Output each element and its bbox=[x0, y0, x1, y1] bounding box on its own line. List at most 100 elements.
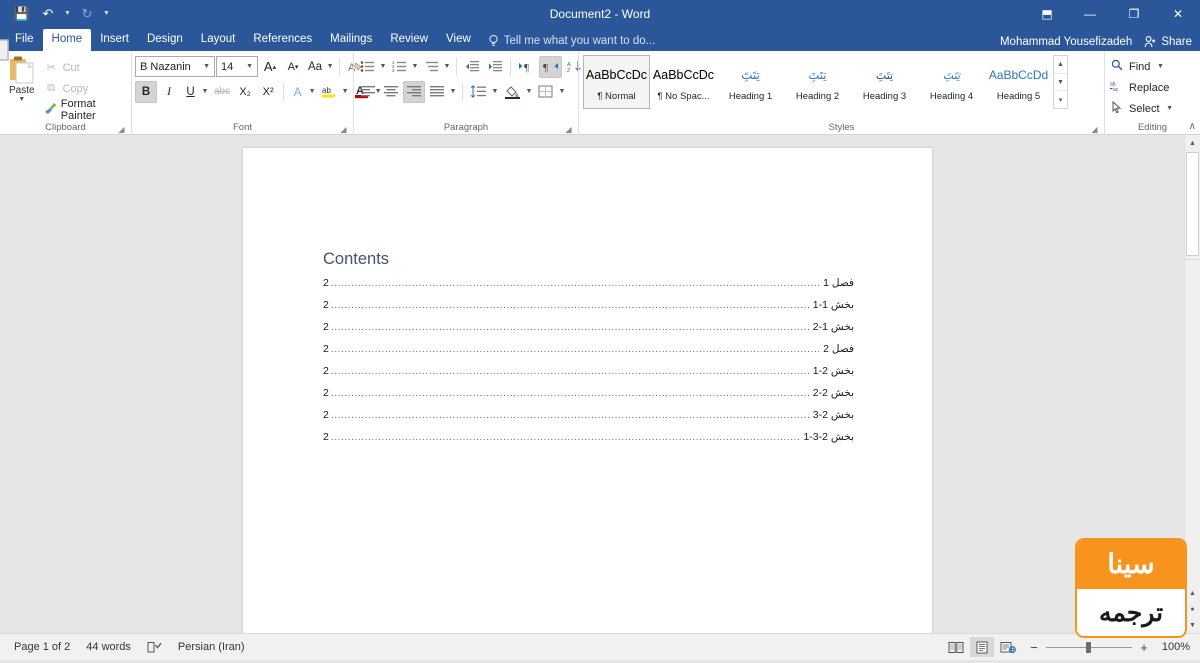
tab-file[interactable]: File bbox=[6, 29, 43, 51]
select-button[interactable]: Select ▼ bbox=[1108, 98, 1177, 119]
scrollbar-thumb[interactable] bbox=[1186, 152, 1199, 256]
toc-entry[interactable]: بخش 1-2 ................................… bbox=[323, 321, 854, 343]
style-heading-4[interactable]: تِتَتَِ Heading 4 bbox=[918, 55, 985, 109]
shading-split[interactable]: ▼ bbox=[501, 81, 534, 103]
format-painter-button[interactable]: Format Painter bbox=[41, 98, 128, 122]
toc-entry[interactable]: بخش 2-3-1 ..............................… bbox=[323, 431, 854, 453]
style-heading-1[interactable]: تِتَتَِ Heading 1 bbox=[717, 55, 784, 109]
find-chevron-down-icon[interactable]: ▼ bbox=[1155, 63, 1165, 70]
select-chevron-down-icon[interactable]: ▼ bbox=[1165, 105, 1175, 112]
share-button[interactable]: Share bbox=[1144, 35, 1192, 48]
customize-qat-chevron-down-icon[interactable]: ▼ bbox=[101, 10, 112, 17]
styles-dialog-launcher[interactable]: ◢ bbox=[1090, 125, 1099, 134]
change-case-chevron-down-icon[interactable]: ▼ bbox=[325, 63, 335, 70]
text-effects-button[interactable]: A bbox=[288, 81, 307, 103]
justify-button[interactable] bbox=[426, 81, 448, 103]
tab-design[interactable]: Design bbox=[138, 29, 192, 51]
zoom-level-label[interactable]: 100% bbox=[1156, 641, 1190, 653]
highlight-chevron-down-icon[interactable]: ▼ bbox=[340, 88, 350, 95]
align-left-button[interactable] bbox=[357, 81, 379, 103]
italic-button[interactable]: I bbox=[158, 81, 180, 103]
toc-entry[interactable]: بخش 2-3 ................................… bbox=[323, 409, 854, 431]
underline-split[interactable]: U ▼ bbox=[181, 81, 210, 103]
bullets-button[interactable] bbox=[357, 56, 378, 78]
numbering-chevron-down-icon[interactable]: ▼ bbox=[410, 63, 420, 70]
tab-review[interactable]: Review bbox=[381, 29, 437, 51]
page-indicator[interactable]: Page 1 of 2 bbox=[6, 641, 78, 653]
tab-view[interactable]: View bbox=[437, 29, 480, 51]
multilevel-chevron-down-icon[interactable]: ▼ bbox=[442, 63, 452, 70]
toc-entry[interactable]: فصل 1 ..................................… bbox=[323, 277, 854, 299]
print-layout-button[interactable] bbox=[970, 637, 994, 657]
ltr-text-direction-button[interactable]: ¶ bbox=[515, 56, 538, 78]
undo-icon[interactable]: ↶ bbox=[36, 3, 60, 25]
font-dialog-launcher[interactable]: ◢ bbox=[339, 125, 348, 134]
collapse-ribbon-icon[interactable]: ∧ bbox=[1189, 121, 1196, 132]
multilevel-split[interactable]: ▼ bbox=[421, 56, 452, 78]
proofing-status[interactable] bbox=[139, 641, 170, 654]
toc-entry[interactable]: بخش 2-2 ................................… bbox=[323, 387, 854, 409]
paragraph-dialog-launcher[interactable]: ◢ bbox=[564, 125, 573, 134]
tab-insert[interactable]: Insert bbox=[91, 29, 138, 51]
shading-chevron-down-icon[interactable]: ▼ bbox=[524, 88, 534, 95]
borders-button[interactable] bbox=[535, 81, 557, 103]
numbering-button[interactable]: 1 2 3 bbox=[389, 56, 410, 78]
toc-entry[interactable]: بخش 2-1 ................................… bbox=[323, 365, 854, 387]
multilevel-list-button[interactable] bbox=[421, 56, 442, 78]
align-right-button[interactable] bbox=[403, 80, 425, 103]
cut-button[interactable]: ✂ Cut bbox=[41, 58, 128, 77]
text-effects-chevron-down-icon[interactable]: ▼ bbox=[307, 88, 317, 95]
borders-chevron-down-icon[interactable]: ▼ bbox=[557, 88, 567, 95]
paste-chevron-down-icon[interactable]: ▼ bbox=[18, 96, 25, 103]
line-spacing-chevron-down-icon[interactable]: ▼ bbox=[490, 88, 500, 95]
text-highlight-button[interactable]: ab bbox=[318, 81, 340, 103]
clipboard-dialog-launcher[interactable]: ◢ bbox=[117, 125, 126, 134]
document-page[interactable]: Contents فصل 1 .........................… bbox=[243, 148, 932, 633]
font-name-combo[interactable]: B Nazanin ▼ bbox=[135, 56, 215, 77]
increase-indent-button[interactable] bbox=[484, 56, 506, 78]
undo-chevron-down-icon[interactable]: ▼ bbox=[62, 10, 73, 17]
redo-icon[interactable]: ↻ bbox=[75, 3, 99, 25]
zoom-out-button[interactable]: − bbox=[1028, 640, 1040, 655]
style-heading-3[interactable]: تِتَتَِ Heading 3 bbox=[851, 55, 918, 109]
zoom-in-button[interactable]: + bbox=[1138, 640, 1150, 655]
shrink-font-button[interactable]: A ▾ bbox=[282, 56, 304, 78]
zoom-slider[interactable] bbox=[1046, 641, 1132, 653]
style-no-spacing[interactable]: AaBbCcDc ¶ No Spac... bbox=[650, 55, 717, 109]
font-size-combo[interactable]: 14 ▼ bbox=[216, 56, 258, 77]
styles-more-icon[interactable]: ▾ bbox=[1054, 90, 1067, 108]
underline-chevron-down-icon[interactable]: ▼ bbox=[200, 88, 210, 95]
tab-home[interactable]: Home bbox=[42, 29, 92, 51]
next-page-icon[interactable]: ▼ bbox=[1185, 617, 1200, 633]
grow-font-button[interactable]: A ▴ bbox=[259, 56, 281, 78]
tab-layout[interactable]: Layout bbox=[192, 29, 245, 51]
close-icon[interactable]: ✕ bbox=[1156, 0, 1200, 27]
previous-page-icon[interactable]: ▲ bbox=[1185, 585, 1200, 601]
copy-button[interactable]: ⧉ Copy bbox=[41, 79, 128, 98]
text-effects-split[interactable]: A ▼ bbox=[288, 81, 317, 103]
line-spacing-split[interactable]: ▼ bbox=[467, 81, 500, 103]
save-icon[interactable]: 💾 bbox=[10, 3, 34, 25]
styles-scroll-up-icon[interactable]: ▲ bbox=[1054, 56, 1067, 73]
find-button[interactable]: Find ▼ bbox=[1108, 56, 1167, 77]
user-name[interactable]: Mohammad Yousefizadeh bbox=[1000, 36, 1132, 48]
zoom-slider-thumb[interactable] bbox=[1086, 641, 1091, 653]
word-count[interactable]: 44 words bbox=[78, 641, 139, 653]
align-center-button[interactable] bbox=[380, 81, 402, 103]
subscript-button[interactable]: X₂ bbox=[234, 81, 256, 103]
style-normal[interactable]: AaBbCcDc ¶ Normal bbox=[583, 55, 650, 109]
ribbon-display-options-icon[interactable]: ⬒ bbox=[1026, 0, 1068, 27]
font-size-chevron-down-icon[interactable]: ▼ bbox=[244, 63, 255, 70]
restore-icon[interactable]: ❐ bbox=[1112, 0, 1156, 27]
borders-split[interactable]: ▼ bbox=[535, 81, 567, 103]
justify-chevron-down-icon[interactable]: ▼ bbox=[448, 88, 458, 95]
decrease-indent-button[interactable] bbox=[461, 56, 483, 78]
numbering-split[interactable]: 1 2 3 ▼ bbox=[389, 56, 420, 78]
tell-me-search[interactable]: Tell me what you want to do... bbox=[488, 34, 655, 51]
highlight-split[interactable]: ab ▼ bbox=[318, 81, 350, 103]
tab-references[interactable]: References bbox=[244, 29, 321, 51]
line-spacing-button[interactable] bbox=[467, 81, 490, 103]
minimize-icon[interactable]: — bbox=[1068, 0, 1112, 27]
replace-button[interactable]: ab ac Replace bbox=[1108, 77, 1171, 98]
superscript-button[interactable]: X² bbox=[257, 81, 279, 103]
